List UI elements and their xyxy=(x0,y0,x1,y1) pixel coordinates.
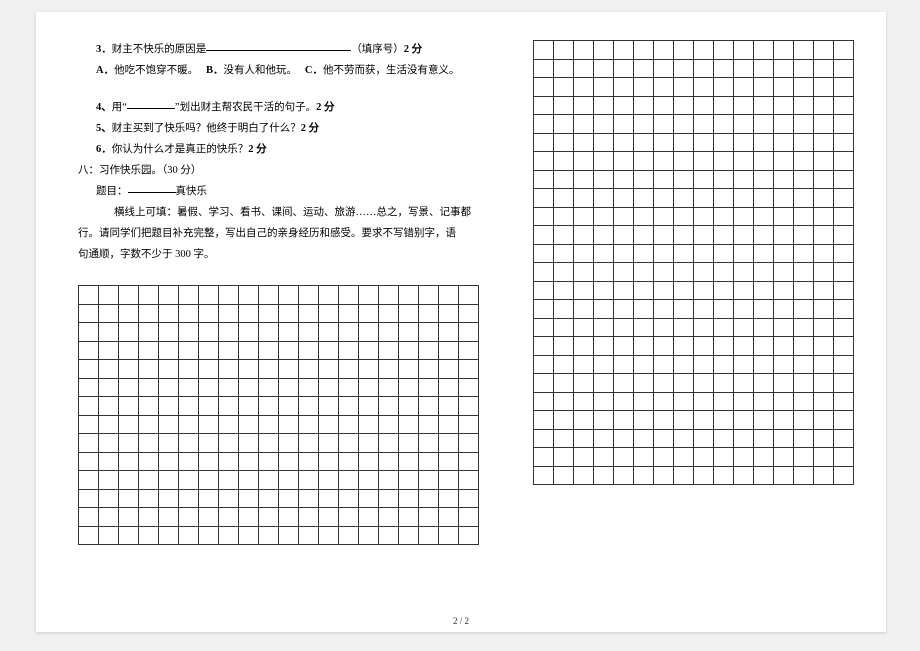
q3-blank[interactable] xyxy=(206,39,351,51)
opt-b-text: 没有人和他玩。 xyxy=(223,65,297,76)
opt-c-text: 他不劳而获，生活没有意义。 xyxy=(323,65,460,76)
section-8-heading: 八：习作快乐园。（30 分） xyxy=(78,161,478,180)
page-number: 2 / 2 xyxy=(453,616,469,626)
q4-before: 用“ xyxy=(112,102,127,113)
q5-points: 2 分 xyxy=(301,123,319,134)
para1: 横线上可填：暑假、学习、看书、课间、运动、旅游……总之，写景、记事都 xyxy=(114,207,471,218)
question-3-options: A．他吃不饱穿不暖。 B．没有人和他玩。 C．他不劳而获，生活没有意义。 xyxy=(78,61,478,80)
q4-after: ”划出财主帮农民干活的句子。 xyxy=(175,102,316,113)
opt-a-text: 他吃不饱穿不暖。 xyxy=(114,65,198,76)
para2: 行。请同学们把题目补充完整，写出自己的亲身经历和感受。要求不写错别字，语 xyxy=(78,228,456,239)
q3-points: 2 分 xyxy=(404,44,422,55)
instruction-line-1: 横线上可填：暑假、学习、看书、课间、运动、旅游……总之，写景、记事都 xyxy=(78,203,478,222)
document-page: 3．财主不快乐的原因是（填序号）2 分 A．他吃不饱穿不暖。 B．没有人和他玩。… xyxy=(36,12,886,632)
q5-text: 财主买到了快乐吗？他终于明白了什么？ xyxy=(112,123,301,134)
question-3: 3．财主不快乐的原因是 （填序号）2 分 xyxy=(78,40,478,59)
q4-number: 4、 xyxy=(96,102,112,113)
instruction-line-2: 行。请同学们把题目补充完整，写出自己的亲身经历和感受。要求不写错别字，语 xyxy=(78,224,478,243)
q6-points: 2 分 xyxy=(248,144,266,155)
page-footer: 2 / 2 xyxy=(36,616,886,626)
q4-points: 2 分 xyxy=(316,102,334,113)
question-5: 5、财主买到了快乐吗？他终于明白了什么？2 分 xyxy=(78,119,478,138)
opt-c-label: C． xyxy=(305,65,323,76)
q4-blank[interactable] xyxy=(127,97,175,109)
opt-a-label: A． xyxy=(96,65,114,76)
q3-text-before: 财主不快乐的原因是 xyxy=(112,44,207,55)
q6-number: 6． xyxy=(96,144,112,155)
writing-grid-left[interactable] xyxy=(78,285,479,545)
topic-suffix: 真快乐 xyxy=(176,186,208,197)
q3-text-after: （填序号） xyxy=(351,44,404,55)
q5-number: 5、 xyxy=(96,123,112,134)
question-block: 3．财主不快乐的原因是（填序号）2 分 A．他吃不饱穿不暖。 B．没有人和他玩。… xyxy=(78,40,478,266)
q6-text: 你认为什么才是真正的快乐？ xyxy=(112,144,249,155)
question-6: 6．你认为什么才是真正的快乐？2 分 xyxy=(78,140,478,159)
writing-grid-right[interactable] xyxy=(533,40,854,485)
section8-heading-text: 八：习作快乐园。（30 分） xyxy=(78,165,201,176)
instruction-line-3: 句通顺，字数不少于 300 字。 xyxy=(78,245,478,264)
para3: 句通顺，字数不少于 300 字。 xyxy=(78,249,215,260)
topic-label: 题目： xyxy=(96,186,128,197)
opt-b-label: B． xyxy=(206,65,224,76)
topic-blank[interactable] xyxy=(128,181,176,193)
question-4: 4、用“ ”划出财主帮农民干活的句子。2 分 xyxy=(78,98,478,117)
q3-number: 3． xyxy=(96,44,112,55)
spacer xyxy=(78,82,478,96)
topic-line: 题目： 真快乐 xyxy=(78,182,478,201)
